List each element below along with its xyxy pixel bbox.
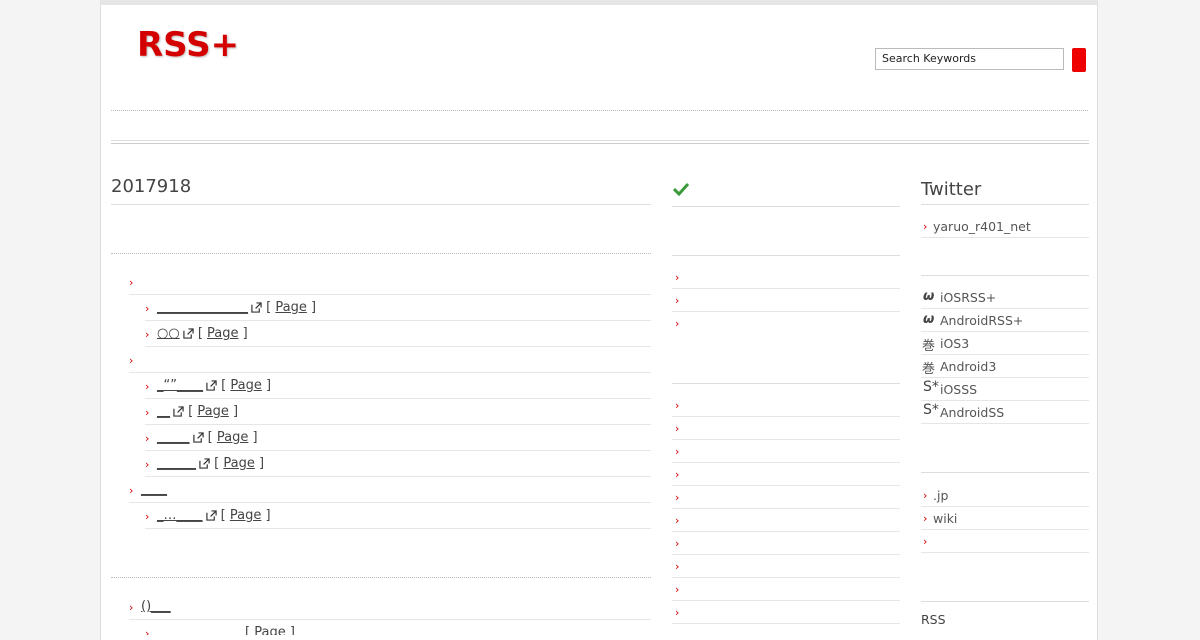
list-item[interactable]: › ____ <box>129 478 651 503</box>
link-label[interactable]: .jp <box>933 488 948 503</box>
page-link[interactable]: Page <box>275 300 306 315</box>
list-item[interactable]: › <box>672 441 900 463</box>
app-link[interactable]: AndroidSS <box>940 405 1004 420</box>
list-item[interactable]: › <box>672 313 900 334</box>
list-item[interactable]: › ○○ [ Page ] <box>145 322 651 347</box>
list-item[interactable]: › <box>672 418 900 440</box>
site-logo[interactable]: RSS+ <box>137 25 239 65</box>
list-item[interactable]: › <box>672 464 900 486</box>
list-item[interactable]: › <box>672 290 900 312</box>
external-link-icon <box>192 432 204 443</box>
list-item[interactable]: › __ [ Page ] <box>145 400 651 425</box>
app-icon: ω <box>923 289 935 304</box>
header-divider <box>111 110 1088 111</box>
search-button[interactable] <box>1072 48 1086 72</box>
middle-divider <box>672 255 900 256</box>
app-link[interactable]: iOS3 <box>940 336 969 351</box>
list-item[interactable]: › <box>672 267 900 289</box>
app-item[interactable]: S* iOSSS <box>921 379 1089 401</box>
list-item[interactable]: › _____ [ Page ] <box>145 426 651 451</box>
check-icon <box>673 182 689 196</box>
page-link[interactable]: Page <box>217 430 248 445</box>
list-item[interactable]: › <box>672 556 900 578</box>
rss-heading: RSS <box>921 612 946 627</box>
list-item[interactable]: › ______ [ Page ] <box>145 452 651 477</box>
list-item-label[interactable]: ____ <box>141 482 167 497</box>
section-divider <box>111 253 651 254</box>
nav-divider <box>111 140 1089 144</box>
external-link-icon <box>251 302 262 313</box>
app-link[interactable]: iOSRSS+ <box>940 290 996 305</box>
external-link-icon <box>199 458 210 469</box>
list-item[interactable]: › <box>672 579 900 601</box>
search-input[interactable]: Search Keywords <box>875 48 1064 70</box>
list-item[interactable]: › <box>129 270 651 295</box>
list-item[interactable]: › _…____ [ Page ] <box>145 504 651 529</box>
app-item[interactable]: ω AndroidRSS+ <box>921 312 1089 332</box>
sidebar-divider <box>921 472 1089 473</box>
sidebar-divider <box>921 275 1089 276</box>
date-heading-underline <box>111 204 651 205</box>
list-item[interactable]: › _“”____ [ Page ] <box>145 374 651 399</box>
app-item[interactable]: 巻 Android3 <box>921 358 1089 378</box>
app-link[interactable]: AndroidRSS+ <box>940 313 1023 328</box>
list-item-link[interactable]: _…____ <box>157 508 203 523</box>
middle-heading-underline <box>672 206 900 207</box>
list-item[interactable]: › <box>672 510 900 532</box>
link-item[interactable]: › .jp <box>921 487 1089 507</box>
page-link[interactable]: Page <box>197 404 228 419</box>
list-item[interactable]: › <box>672 533 900 555</box>
page-link[interactable]: Page <box>207 326 238 341</box>
app-link[interactable]: Android3 <box>940 359 996 374</box>
app-icon: 巻 <box>922 362 936 377</box>
twitter-account-item[interactable]: › yaruo_r401_net <box>921 218 1089 238</box>
link-label[interactable]: wiki <box>933 511 957 526</box>
app-icon: ω <box>923 312 935 327</box>
list-item[interactable]: › <box>672 395 900 417</box>
app-icon: S* <box>923 379 939 395</box>
twitter-heading-underline <box>921 204 1089 205</box>
app-item[interactable]: S* AndroidSS <box>921 402 1089 424</box>
app-link[interactable]: iOSSS <box>940 382 977 397</box>
app-item[interactable]: ω iOSRSS+ <box>921 289 1089 309</box>
app-icon: 巻 <box>922 339 936 354</box>
list-item-label[interactable]: ()___ <box>141 599 171 614</box>
page-link[interactable]: Page <box>230 378 261 393</box>
list-item[interactable]: › ______________ [ Page ] <box>145 296 651 321</box>
list-item-link[interactable]: ______ <box>157 456 196 471</box>
app-icon: S* <box>923 402 939 418</box>
page-container: RSS+ Search Keywords 2017918 › › _______… <box>100 0 1098 640</box>
list-item[interactable]: › [ Page ] <box>145 621 651 635</box>
list-item-link[interactable]: _“”____ <box>157 378 203 393</box>
link-item[interactable]: › wiki <box>921 510 1089 530</box>
external-link-icon <box>183 328 194 339</box>
list-item[interactable]: › <box>672 487 900 509</box>
page-link[interactable]: Page <box>223 456 254 471</box>
external-link-icon <box>173 406 184 417</box>
list-item-link[interactable]: ______________ <box>157 300 248 315</box>
link-item[interactable]: › <box>921 533 1089 553</box>
page-link[interactable]: Page <box>254 625 285 635</box>
list-item-link[interactable]: ○○ <box>157 326 180 341</box>
list-item[interactable]: › <box>129 348 651 373</box>
list-item[interactable]: › ()___ <box>129 595 651 620</box>
external-link-icon <box>206 380 217 391</box>
app-item[interactable]: 巻 iOS3 <box>921 335 1089 355</box>
page-link[interactable]: Page <box>230 508 261 523</box>
sidebar-divider <box>921 601 1089 602</box>
list-item-link[interactable]: __ <box>157 404 170 419</box>
twitter-heading: Twitter <box>921 179 982 200</box>
external-link-icon <box>205 510 217 521</box>
date-heading: 2017918 <box>111 176 192 197</box>
list-item[interactable]: › <box>672 602 900 624</box>
middle-divider <box>672 383 900 384</box>
twitter-account-link[interactable]: yaruo_r401_net <box>933 219 1031 234</box>
list-item-link[interactable]: _____ <box>157 430 190 445</box>
section-divider <box>111 577 651 578</box>
